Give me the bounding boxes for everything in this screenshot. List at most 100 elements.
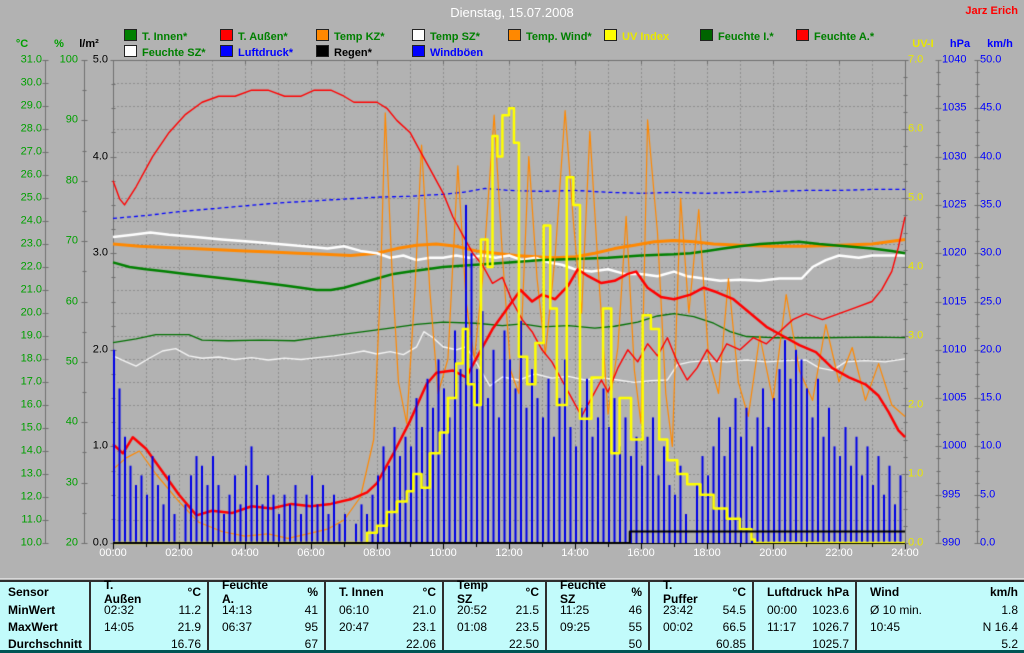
table-col-unit: % [631, 584, 642, 599]
table-value: 22.06 [405, 636, 436, 651]
axis-tick-label: 40 [65, 415, 78, 428]
axis-tick-label: 60 [65, 295, 78, 307]
weather-app-window: Dienstag, 15.07.2008 Jarz Erich T. Innen… [0, 0, 1024, 653]
table-time-value: 06:10 [339, 602, 370, 617]
table-value: 66.5 [722, 619, 746, 634]
axis-tick-label: 15.0 [20, 421, 42, 434]
table-time-value: 14:05 [104, 619, 135, 634]
table-sensor-column: T. Außen °C 02:32 11.2 14:05 21.9 16.76 [89, 578, 207, 651]
legend-swatch-icon [700, 29, 713, 41]
table-col-name: T. Außen [104, 577, 142, 606]
axis-tick-label: 4.0 [92, 150, 108, 163]
axis-tick-label: 5.0 [908, 191, 924, 204]
legend-swatch-icon [508, 29, 521, 41]
axis-tick-label: 17.0 [20, 375, 42, 388]
legend-swatch-icon [124, 29, 137, 41]
legend-item: Regen* [316, 45, 372, 59]
axis-tick-label: 10.0 [20, 536, 42, 549]
axis-tick-label: 5.0 [92, 53, 108, 66]
axis-tick-label: 27.0 [20, 145, 42, 158]
table-value: 1023.6 [812, 602, 849, 617]
x-tick-label: 12:00 [495, 547, 523, 559]
axis-tick-label: 995 [942, 488, 961, 501]
axis-unit-kmh: km/h [987, 38, 1013, 50]
axis-unit-celsius: °C [15, 38, 29, 50]
axis-tick-label: 40.0 [980, 150, 1002, 163]
table-col-unit: °C [422, 584, 436, 599]
x-tick-label: 08:00 [363, 547, 391, 559]
x-tick-label: 16:00 [627, 547, 655, 559]
legend-label: Feuchte I.* [718, 31, 774, 43]
axis-tick-label: 10.0 [980, 439, 1002, 452]
axis-tick-label: 30.0 [980, 246, 1002, 259]
table-value: 16.76 [170, 636, 201, 651]
axis-tick-label: 1010 [942, 343, 967, 356]
legend-label: T. Innen* [142, 31, 188, 43]
axis-tick-label: 1000 [942, 439, 967, 452]
axis-tick-label: 80 [65, 174, 78, 187]
axis-tick-label: 1.0 [908, 467, 924, 480]
table-col-unit: % [307, 584, 318, 599]
axis-tick-label: 13.0 [20, 467, 42, 480]
axis-tick-label: 45.0 [980, 101, 1002, 114]
legend-label: Temp KZ* [334, 31, 385, 43]
x-tick-label: 24:00 [891, 547, 919, 559]
axis-tick-label: 5.0 [980, 488, 996, 501]
legend-item: T. Innen* [124, 29, 188, 43]
legend-swatch-icon [220, 45, 233, 57]
table-sensor-column: T. Innen °C 06:10 21.0 20:47 23.1 22.06 [324, 582, 442, 651]
axis-tick-label: 35.0 [980, 198, 1002, 211]
table-value: 50 [628, 636, 642, 651]
axis-tick-label: 90 [65, 113, 78, 126]
axis-tick-label: 2.0 [92, 343, 108, 356]
table-col-name: Feuchte A. [222, 577, 269, 606]
table-value: 11.2 [178, 602, 201, 617]
axis-tick-label: 23.0 [20, 237, 42, 250]
page-title: Dienstag, 15.07.2008 [450, 5, 574, 20]
legend-item: Feuchte I.* [700, 29, 774, 43]
legend-label: T. Außen* [238, 31, 288, 43]
table-time-value: 06:37 [222, 619, 253, 634]
table-col-name: Luftdruck [767, 584, 823, 599]
table-value: 55 [628, 619, 642, 634]
axis-unit-lm2: l/m² [79, 38, 99, 50]
table-time-value: Ø 10 min. [870, 602, 923, 617]
table-col-name: T. Puffer [663, 577, 698, 606]
legend-label: Windböen [430, 47, 484, 59]
table-col-name: Feuchte SZ [560, 577, 607, 606]
x-tick-label: 00:00 [99, 547, 127, 559]
table-value: 1.8 [1001, 602, 1018, 617]
table-time-value: 20:47 [339, 619, 370, 634]
axis-tick-label: 22.0 [20, 260, 42, 273]
table-value: 41 [304, 602, 318, 617]
table-time-value: 09:25 [560, 619, 591, 634]
table-sensor-column: Feuchte A.% 14:13 41 06:37 95 67 [207, 578, 324, 651]
table-value: 1026.7 [812, 619, 849, 634]
axis-tick-label: 6.0 [908, 122, 924, 135]
axis-unit-uv: UV-I [912, 38, 934, 50]
axis-tick-label: 26.0 [20, 168, 42, 181]
stats-table: Sensor MinWert MaxWert Durchschnitt T. Außen… [0, 577, 1024, 651]
axis-tick-label: 1005 [942, 391, 967, 404]
legend-swatch-icon [220, 29, 233, 41]
legend-item: Temp. Wind* [508, 29, 592, 43]
legend-swatch-icon [796, 29, 809, 41]
axis-tick-label: 21.0 [20, 283, 42, 296]
table-sensor-column: Temp SZ °C 20:52 21.5 01:08 23.5 22.50 [442, 578, 545, 651]
axis-tick-label: 24.0 [20, 214, 42, 227]
legend-label: UV Index [622, 31, 670, 43]
legend-item: Luftdruck* [220, 45, 293, 59]
axis-tick-label: 19.0 [20, 329, 42, 342]
table-col-unit: km/h [989, 584, 1018, 599]
x-tick-label: 22:00 [825, 547, 853, 559]
axis-tick-label: 14.0 [20, 444, 42, 457]
table-sensor-column: Luftdruck hPa 00:00 1023.6 11:17 1026.7 1025.7 [752, 582, 855, 651]
x-tick-label: 10:00 [429, 547, 457, 559]
table-col-name: T. Innen [339, 584, 384, 599]
axis-tick-label: 1020 [942, 246, 967, 259]
x-tick-label: 04:00 [231, 547, 259, 559]
legend-swatch-icon [604, 29, 617, 41]
table-value: 5.2 [1001, 636, 1018, 651]
axis-tick-label: 15.0 [980, 391, 1002, 404]
axis-unit-hpa: hPa [949, 38, 971, 50]
